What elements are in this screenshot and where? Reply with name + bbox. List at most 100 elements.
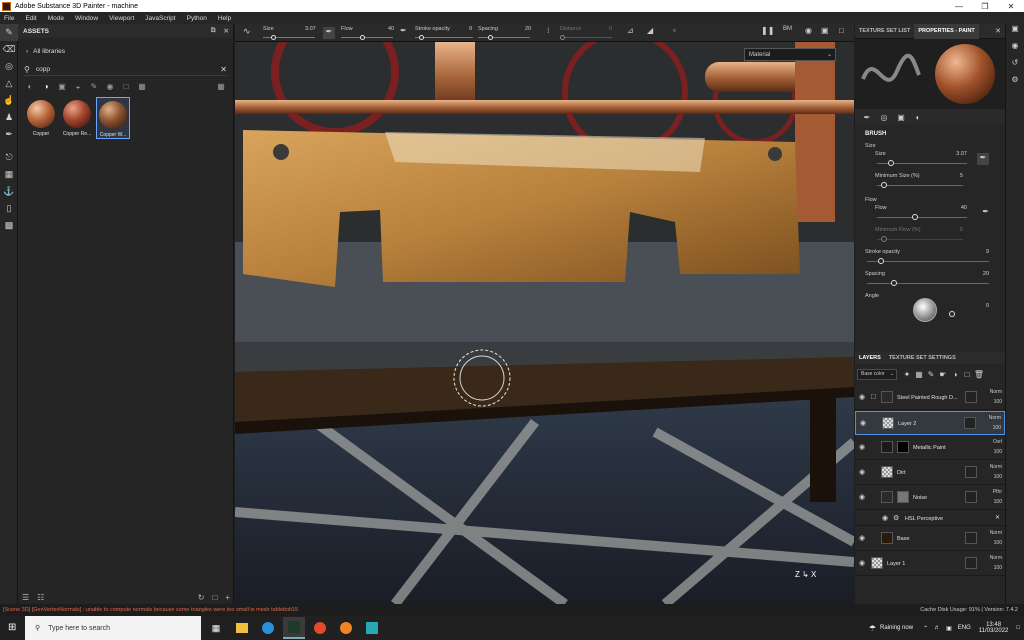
3d-viewport[interactable]: Material ⌄ Z ↳ X [235, 42, 854, 604]
layer-channel-dropdown[interactable]: Base color ⌄ [857, 368, 897, 380]
blend-mode[interactable]: Norm [990, 389, 1002, 395]
min-flow-slider[interactable] [877, 239, 963, 240]
spacing-value[interactable]: 20 [983, 271, 989, 277]
weather-text[interactable]: Raining now [880, 625, 913, 631]
menu-file[interactable]: File [4, 15, 14, 22]
stroke-opacity-value[interactable]: 9 [469, 26, 472, 32]
size-slider-knob[interactable] [271, 35, 276, 40]
tab-texture-set-settings[interactable]: TEXTURE SET SETTINGS [885, 355, 960, 361]
distance-value[interactable]: 0 [609, 26, 612, 32]
projection-icon[interactable]: ◎ [0, 58, 18, 75]
brush-tab-icon[interactable]: ✒ [861, 111, 873, 123]
menu-python[interactable]: Python [187, 15, 207, 22]
tab-properties-paint[interactable]: PROPERTIES - PAINT [914, 23, 979, 39]
menu-viewport[interactable]: Viewport [109, 15, 134, 22]
clear-search-icon[interactable]: ✕ [220, 65, 227, 74]
stroke-opacity-value[interactable]: 9 [986, 249, 989, 255]
blend-mode[interactable]: Pthr [993, 489, 1002, 495]
screenshot-icon[interactable]: □ [839, 26, 844, 35]
pen-pressure-icon[interactable]: ✒ [982, 207, 989, 216]
color-picker-icon[interactable]: ✒ [0, 126, 18, 143]
filter-masks-icon[interactable]: ◒ [72, 80, 84, 92]
min-flow-knob[interactable] [881, 236, 888, 242]
flow-slider[interactable] [341, 37, 393, 38]
filter-particles-icon[interactable]: ◉ [104, 80, 116, 92]
language-indicator[interactable]: ENG [958, 625, 971, 631]
task-view-icon[interactable]: ▦ [205, 617, 227, 639]
tray-overflow-icon[interactable]: ⌃ [923, 625, 928, 632]
pen-pressure-flow-icon[interactable]: ✒ [400, 26, 407, 35]
history-icon[interactable]: ↺ [1006, 58, 1024, 75]
distance-slider[interactable] [560, 37, 612, 38]
eye-icon[interactable]: ◉ [859, 393, 867, 401]
undock-icon[interactable]: ⧉ [211, 27, 216, 35]
angle-value[interactable]: 0 [986, 303, 989, 309]
layer-opacity[interactable]: 100 [994, 399, 1002, 405]
filter-generators-icon[interactable]: □ [120, 80, 132, 92]
layer-opacity[interactable]: 100 [994, 565, 1002, 571]
distance-slider-knob[interactable] [560, 35, 565, 40]
pause-icon[interactable]: ❚❚ [761, 26, 774, 35]
remove-effect-icon[interactable]: ✕ [995, 514, 1000, 521]
size-knob[interactable] [888, 160, 895, 166]
angle-knob[interactable] [949, 311, 955, 317]
blend-mode[interactable]: Norm [990, 555, 1002, 561]
menu-help[interactable]: Help [218, 15, 231, 22]
blend-mode[interactable]: Ovrl [993, 439, 1002, 445]
layer-row[interactable]: ◉ □ Steel Painted Rough D... Norm 100 [855, 386, 1005, 410]
pen-pressure-size-icon[interactable]: ✒ [323, 27, 335, 39]
eye-icon[interactable]: ◉ [859, 493, 867, 501]
delete-layer-icon[interactable]: 🗑 [973, 368, 985, 380]
eraser-icon[interactable]: ⌫ [0, 41, 18, 58]
add-fill-layer-icon[interactable]: ☛ [937, 368, 949, 380]
eye-icon[interactable]: ◉ [882, 514, 888, 522]
min-flow-value[interactable]: 5 [960, 227, 963, 233]
layer-opacity[interactable]: 100 [994, 540, 1002, 546]
layer-opacity[interactable]: 100 [993, 425, 1001, 431]
windows-start-icon[interactable]: ⊞ [8, 622, 16, 633]
layer-opacity[interactable]: 100 [994, 449, 1002, 455]
asset-item[interactable]: Copper [24, 97, 58, 139]
pen-pressure-icon[interactable]: ✒ [977, 153, 989, 165]
layer-row[interactable]: ◉ Noise Pthr 100 [855, 486, 1005, 510]
asset-item[interactable]: Copper W... [96, 97, 130, 139]
clock[interactable]: 13:48 11/03/2022 [979, 622, 1009, 634]
polygon-fill-icon[interactable]: △ [0, 75, 18, 92]
add-mask-icon[interactable]: ▦ [913, 368, 925, 380]
filter-environment-icon[interactable]: ▦ [136, 80, 148, 92]
settings-icon[interactable]: ⚙ [1006, 75, 1024, 92]
library-selector[interactable]: › All libraries [18, 44, 233, 58]
add-smart-material-icon[interactable]: ◑ [949, 368, 961, 380]
blend-mode[interactable]: Norm [989, 415, 1001, 421]
viewport-render[interactable] [235, 42, 854, 604]
add-effect-icon[interactable]: ✦ [901, 368, 913, 380]
flow-knob[interactable] [912, 214, 919, 220]
align-icon[interactable]: ◢ [647, 26, 653, 35]
menu-edit[interactable]: Edit [25, 15, 36, 22]
menu-window[interactable]: Window [75, 15, 98, 22]
refresh-icon[interactable]: ↻ [198, 593, 205, 602]
search-input[interactable]: copp [36, 66, 50, 73]
menu-mode[interactable]: Mode [48, 15, 64, 22]
spacing-value[interactable]: 20 [525, 26, 531, 32]
firefox-icon[interactable] [335, 617, 357, 639]
size-value[interactable]: 3.07 [956, 151, 967, 157]
display-settings-icon[interactable]: ◉ [1006, 41, 1024, 58]
add-paint-layer-icon[interactable]: ✎ [925, 368, 937, 380]
alpha-tab-icon[interactable]: ◎ [878, 111, 890, 123]
anchor-icon[interactable]: ⚓ [0, 183, 18, 200]
stroke-opacity-knob[interactable] [877, 258, 884, 264]
spacing-slider-knob[interactable] [488, 35, 493, 40]
lazy-mouse-icon[interactable]: ∿ [243, 26, 251, 37]
layer-row[interactable]: ◉ Metallic Paint Ovrl 100 [855, 436, 1005, 460]
bake-icon[interactable]: ⎋ [0, 149, 18, 166]
edge-icon[interactable] [257, 617, 279, 639]
texture-set-icon[interactable]: ▣ [1006, 24, 1024, 41]
photoshop-icon[interactable]: ▫ [673, 26, 676, 35]
eye-icon[interactable]: ◉ [859, 534, 867, 542]
spacing-slider[interactable] [478, 37, 530, 38]
grid-view-icon[interactable]: ▦ [215, 80, 227, 92]
eye-icon[interactable]: ◉ [859, 559, 867, 567]
min-size-knob[interactable] [881, 182, 888, 188]
symmetry-icon[interactable]: ⊿ [627, 26, 634, 35]
